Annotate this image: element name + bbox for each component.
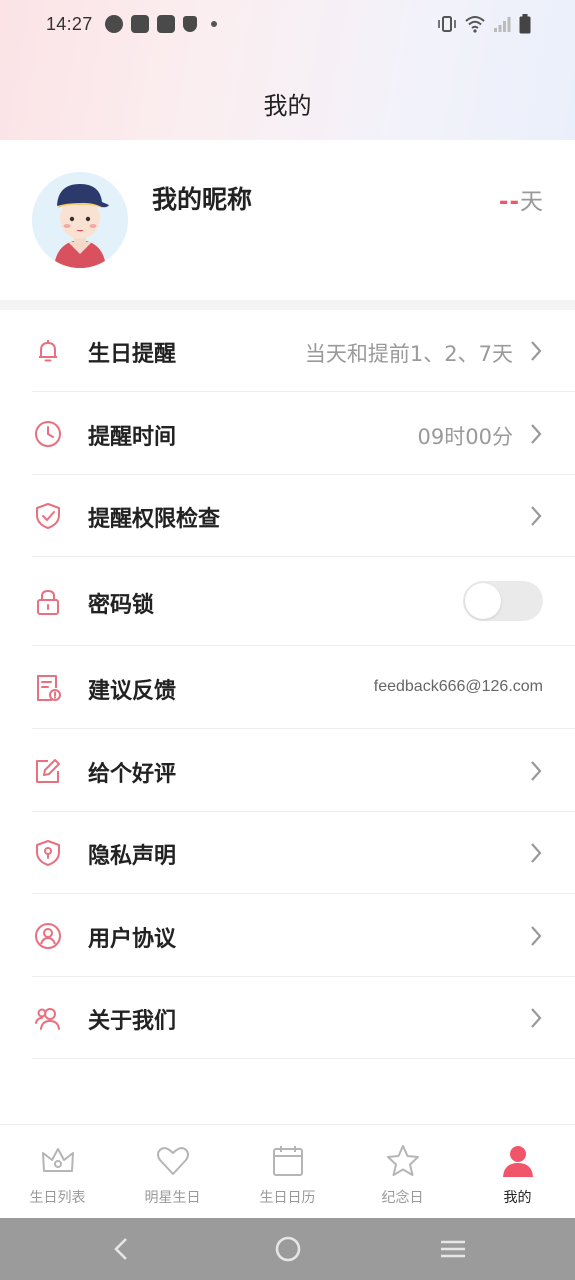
bottom-tab-bar: 生日列表 明星生日 生日日历 纪念日 我的 bbox=[0, 1124, 575, 1218]
days-unit: 天 bbox=[520, 189, 543, 215]
days-counter: --天 bbox=[499, 182, 543, 216]
chevron-right-icon bbox=[529, 422, 543, 446]
system-status-icons bbox=[437, 14, 531, 34]
chevron-right-icon bbox=[529, 924, 543, 948]
menu-item-birthday-reminder[interactable]: 生日提醒 当天和提前1、2、7天 bbox=[0, 310, 575, 392]
mail-icon bbox=[156, 15, 175, 33]
user-circle-icon bbox=[33, 921, 63, 951]
tab-celebrity-birthdays[interactable]: 明星生日 bbox=[115, 1125, 230, 1219]
mail-icon bbox=[130, 15, 149, 33]
signal-icon bbox=[494, 17, 511, 32]
heart-icon bbox=[156, 1147, 189, 1175]
wifi-icon bbox=[465, 16, 485, 33]
menu-label: 给个好评 bbox=[88, 762, 177, 787]
days-value: -- bbox=[498, 189, 520, 215]
notification-icons bbox=[104, 15, 217, 33]
privacy-shield-icon bbox=[33, 838, 63, 868]
chevron-right-icon bbox=[529, 339, 543, 363]
more-notifications-dot bbox=[210, 21, 217, 27]
menu-label: 建议反馈 bbox=[88, 679, 177, 704]
tab-birthday-list[interactable]: 生日列表 bbox=[0, 1125, 115, 1219]
chevron-right-icon bbox=[529, 504, 543, 528]
tab-mine[interactable]: 我的 bbox=[460, 1125, 575, 1219]
chevron-right-icon bbox=[529, 1006, 543, 1030]
row-divider bbox=[32, 1058, 575, 1059]
menu-item-password-lock[interactable]: 密码锁 bbox=[0, 557, 575, 646]
toggle-knob bbox=[465, 583, 501, 619]
tab-anniversary[interactable]: 纪念日 bbox=[345, 1125, 460, 1219]
menu-item-privacy[interactable]: 隐私声明 bbox=[0, 812, 575, 894]
edit-icon bbox=[33, 756, 63, 786]
status-time: 14:27 bbox=[46, 13, 93, 34]
battery-icon bbox=[519, 14, 531, 34]
star-icon bbox=[386, 1145, 419, 1176]
app-notification-icon bbox=[104, 15, 123, 33]
nickname[interactable]: 我的昵称 bbox=[152, 180, 252, 216]
people-icon bbox=[33, 1003, 63, 1033]
menu-item-rate-app[interactable]: 给个好评 bbox=[0, 729, 575, 812]
menu-value: 09时00分 bbox=[417, 425, 513, 449]
shield-check-icon bbox=[33, 501, 63, 531]
tab-label: 纪念日 bbox=[381, 1190, 424, 1206]
status-bar: 14:27 bbox=[0, 0, 575, 48]
menu-label: 提醒时间 bbox=[88, 425, 177, 450]
tab-label: 明星生日 bbox=[144, 1190, 201, 1206]
page-title: 我的 bbox=[263, 92, 312, 120]
shield-notification-icon bbox=[182, 16, 197, 32]
password-lock-toggle[interactable] bbox=[463, 581, 543, 621]
avatar[interactable] bbox=[32, 172, 128, 268]
menu-item-feedback[interactable]: 建议反馈 feedback666@126.com bbox=[0, 646, 575, 729]
menu-label: 用户协议 bbox=[88, 927, 177, 952]
feedback-email[interactable]: feedback666@126.com bbox=[374, 678, 543, 696]
menu-item-user-agreement[interactable]: 用户协议 bbox=[0, 894, 575, 977]
person-icon bbox=[502, 1146, 533, 1177]
home-icon[interactable] bbox=[273, 1234, 303, 1264]
profile-card[interactable]: 我的昵称 --天 bbox=[0, 140, 575, 300]
vibrate-icon bbox=[438, 16, 456, 32]
recent-apps-icon[interactable] bbox=[438, 1234, 468, 1264]
menu-label: 隐私声明 bbox=[88, 844, 177, 869]
tab-birthday-calendar[interactable]: 生日日历 bbox=[230, 1125, 345, 1219]
menu-label: 生日提醒 bbox=[88, 342, 177, 367]
tab-label: 我的 bbox=[503, 1190, 532, 1206]
chevron-right-icon bbox=[529, 841, 543, 865]
menu-label: 密码锁 bbox=[88, 593, 155, 618]
clock-icon bbox=[33, 419, 63, 449]
system-navigation-bar bbox=[0, 1218, 575, 1280]
calendar-icon bbox=[272, 1146, 303, 1176]
feedback-icon bbox=[33, 673, 63, 703]
menu-label: 提醒权限检查 bbox=[88, 507, 221, 532]
bell-icon bbox=[33, 336, 63, 366]
avatar-illustration bbox=[32, 172, 128, 268]
tab-label: 生日日历 bbox=[259, 1190, 316, 1206]
lock-icon bbox=[33, 587, 63, 617]
section-divider bbox=[0, 300, 575, 310]
chevron-right-icon bbox=[529, 759, 543, 783]
menu-item-permission-check[interactable]: 提醒权限检查 bbox=[0, 475, 575, 557]
crown-icon bbox=[41, 1148, 74, 1172]
tab-label: 生日列表 bbox=[29, 1190, 86, 1206]
back-icon[interactable] bbox=[107, 1234, 137, 1264]
menu-value: 当天和提前1、2、7天 bbox=[304, 342, 513, 366]
menu-item-about-us[interactable]: 关于我们 bbox=[0, 977, 575, 1059]
menu-item-reminder-time[interactable]: 提醒时间 09时00分 bbox=[0, 392, 575, 475]
menu-label: 关于我们 bbox=[88, 1009, 177, 1034]
